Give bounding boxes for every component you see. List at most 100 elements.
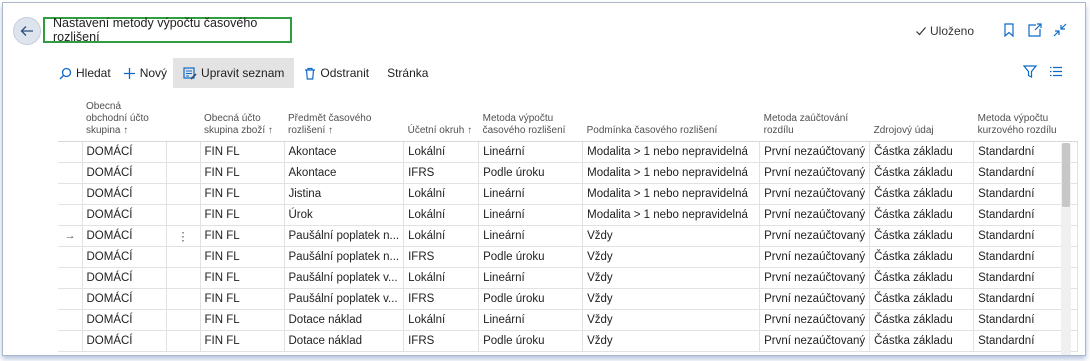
table-row[interactable]: DOMÁCÍ FIN FL Paušální poplatek v... Lokáln… [58,266,1079,289]
table-cell[interactable]: Akontace [283,140,405,163]
table-cell[interactable]: Lineární [478,224,584,247]
table-cell[interactable]: První nezaúčtovaný [759,203,871,226]
table-cell[interactable]: Vždy [582,287,761,310]
table-cell[interactable]: Vždy [582,329,761,352]
table-row[interactable]: DOMÁCÍ FIN FL Úrok Lokální Lineární Modalita … [58,203,1079,226]
row-menu-icon[interactable] [165,140,201,163]
table-cell[interactable]: Akontace [283,161,405,184]
table-cell[interactable]: Vždy [582,224,761,247]
table-cell[interactable]: FIN FL [199,182,285,205]
table-cell[interactable]: První nezaúčtovaný [759,224,871,247]
table-cell[interactable]: IFRS [403,245,480,268]
table-cell[interactable]: Modalita > 1 nebo nepravidelná [582,182,761,205]
row-menu-icon[interactable] [165,287,201,310]
row-menu-icon[interactable] [165,182,201,205]
table-cell[interactable]: Lineární [478,308,584,331]
table-cell[interactable]: Podle úroku [478,329,584,352]
row-menu-icon[interactable] [165,266,201,289]
filter-button[interactable] [1022,65,1038,83]
table-cell[interactable]: Paušální poplatek n... [283,245,405,268]
table-row[interactable]: DOMÁCÍ FIN FL Paušální poplatek v... IFRS Po… [58,287,1079,310]
table-cell[interactable]: Částka základu [869,224,975,247]
table-row[interactable]: DOMÁCÍ FIN FL Jistina Lokální Lineární Modali… [58,182,1079,205]
table-cell[interactable]: První nezaúčtovaný [759,329,871,352]
bookmark-button[interactable] [1003,23,1015,42]
table-cell[interactable]: Částka základu [869,203,975,226]
back-button[interactable] [13,17,41,45]
column-header[interactable]: Metoda výpočtu časového rozlišení [478,93,583,142]
new-button[interactable]: Nový [117,58,173,88]
table-cell[interactable]: Částka základu [869,287,975,310]
table-cell[interactable]: Vždy [582,245,761,268]
table-cell[interactable]: FIN FL [199,329,285,352]
table-cell[interactable]: Částka základu [869,245,975,268]
column-header[interactable]: Obecná účto skupina zboží ↑ [200,93,284,142]
table-cell[interactable]: Dotace náklad [283,329,405,352]
table-cell[interactable]: DOMÁCÍ [81,224,167,247]
table-cell[interactable]: FIN FL [199,224,285,247]
table-cell[interactable]: Podle úroku [478,287,584,310]
scrollbar-thumb[interactable] [1062,143,1070,207]
table-cell[interactable]: Podle úroku [478,161,584,184]
table-cell[interactable]: DOMÁCÍ [81,182,167,205]
table-cell[interactable]: DOMÁCÍ [81,140,167,163]
table-cell[interactable]: Částka základu [869,329,975,352]
table-cell[interactable]: Podle úroku [478,245,584,268]
table-cell[interactable]: FIN FL [199,140,285,163]
row-menu-icon[interactable] [165,245,201,268]
table-cell[interactable]: DOMÁCÍ [81,245,167,268]
table-cell[interactable]: Částka základu [869,161,975,184]
table-cell[interactable]: DOMÁCÍ [81,329,167,352]
table-cell[interactable]: DOMÁCÍ [81,308,167,331]
table-cell[interactable]: Lokální [403,203,480,226]
table-cell[interactable]: Paušální poplatek n... [283,224,405,247]
list-view-button[interactable] [1049,65,1063,83]
table-cell[interactable]: První nezaúčtovaný [759,182,871,205]
table-cell[interactable]: První nezaúčtovaný [759,245,871,268]
table-cell[interactable]: Modalita > 1 nebo nepravidelná [582,161,761,184]
row-menu-icon[interactable] [165,329,201,352]
table-cell[interactable]: Lineární [478,203,584,226]
row-menu-icon[interactable] [165,308,201,331]
table-row[interactable]: DOMÁCÍ FIN FL Dotace náklad IFRS Podle úroku… [58,329,1079,352]
table-row[interactable]: DOMÁCÍ FIN FL Dotace náklad Lokální Lineární… [58,308,1079,331]
table-cell[interactable]: Vždy [582,308,761,331]
table-cell[interactable]: První nezaúčtovaný [759,308,871,331]
table-cell[interactable]: DOMÁCÍ [81,287,167,310]
table-cell[interactable]: Lineární [478,266,584,289]
table-cell[interactable]: Paušální poplatek v... [283,266,405,289]
column-header[interactable]: Zdrojový údaj [869,93,974,142]
table-cell[interactable]: Lineární [478,182,584,205]
table-cell[interactable]: FIN FL [199,245,285,268]
table-cell[interactable]: Lokální [403,224,480,247]
table-cell[interactable]: Částka základu [869,308,975,331]
column-header[interactable]: Podmínka časového rozlišení [582,93,760,142]
open-new-window-button[interactable] [1028,23,1042,42]
table-cell[interactable]: Úrok [283,203,405,226]
page-menu-button[interactable]: Stránka [381,58,434,88]
table-row[interactable]: DOMÁCÍ FIN FL Akontace IFRS Podle úroku Modal… [58,161,1079,184]
table-cell[interactable]: Modalita > 1 nebo nepravidelná [582,203,761,226]
table-cell[interactable]: IFRS [403,161,480,184]
table-cell[interactable]: FIN FL [199,203,285,226]
column-header[interactable]: Účetní okruh ↑ [403,93,479,142]
column-header[interactable]: Obecná obchodní účto skupina ↑ [82,93,166,142]
delete-button[interactable]: Odstranit [298,58,375,88]
table-row[interactable]: → DOMÁCÍ ⋮ FIN FL Paušální poplatek n... Loká… [58,224,1079,247]
table-cell[interactable]: První nezaúčtovaný [759,266,871,289]
table-cell[interactable]: Částka základu [869,266,975,289]
edit-list-button[interactable]: Upravit seznam [173,58,295,88]
table-cell[interactable]: Jistina [283,182,405,205]
table-cell[interactable]: Lokální [403,182,480,205]
table-cell[interactable]: První nezaúčtovaný [759,140,871,163]
table-cell[interactable]: FIN FL [199,266,285,289]
table-cell[interactable]: IFRS [403,329,480,352]
table-row[interactable]: DOMÁCÍ FIN FL Akontace Lokální Lineární Modal… [58,140,1079,163]
table-cell[interactable]: První nezaúčtovaný [759,161,871,184]
column-header[interactable]: Metoda zaúčtování rozdílu [759,93,870,142]
table-cell[interactable]: FIN FL [199,161,285,184]
table-cell[interactable]: Částka základu [869,140,975,163]
column-header[interactable]: Metoda výpočtu kurzového rozdílu [973,93,1078,142]
table-cell[interactable]: Lineární [478,140,584,163]
table-row[interactable]: DOMÁCÍ FIN FL Paušální poplatek n... IFRS Po… [58,245,1079,268]
